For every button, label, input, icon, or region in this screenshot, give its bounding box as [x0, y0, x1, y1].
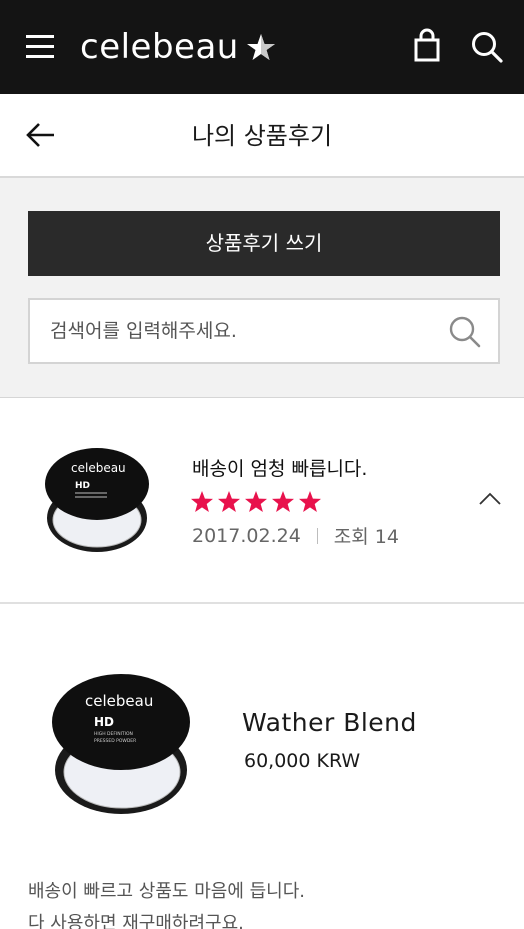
star-rating — [190, 490, 322, 514]
thumb-hd-text: HD — [75, 481, 90, 491]
page-title: 나의 상품후기 — [191, 122, 333, 150]
review-search-input[interactable] — [50, 300, 440, 362]
product-image-brand: celebeau — [85, 692, 153, 710]
star-logo-icon — [246, 34, 275, 60]
product-image[interactable]: celebeau HD HIGH DEFINITION PRESSED POWD… — [50, 672, 192, 818]
review-title: 배송이 엄청 빠릅니다. — [192, 458, 368, 480]
meta-divider — [316, 527, 318, 544]
review-date: 2017.02.24 — [192, 524, 301, 547]
review-body-line-2: 다 사용하면 재구매하려구요. — [28, 913, 244, 929]
thumb-brand-text: celebeau — [71, 461, 126, 475]
star-filled-icon — [245, 491, 267, 512]
search-icon — [472, 32, 503, 63]
brand-logo[interactable]: celebeau — [80, 24, 277, 70]
header-search-button[interactable] — [470, 30, 504, 64]
star-filled-icon — [218, 491, 240, 512]
review-body: 배송이 빠르고 상품도 마음에 듭니다. 다 사용하면 재구매하려구요. — [28, 876, 305, 929]
cart-button[interactable] — [412, 28, 442, 64]
product-image-hd: HD — [94, 715, 114, 729]
product-image-sublabel-2: PRESSED POWDER — [94, 738, 136, 744]
logo-text: celebeau — [80, 27, 239, 67]
star-filled-icon — [299, 491, 321, 512]
review-views: 조회 14 — [333, 526, 399, 548]
shopping-bag-icon — [414, 28, 440, 62]
product-image-sublabel-1: HIGH DEFINITION — [94, 731, 133, 737]
compact-powder-thumbnail: celebeau HD — [45, 448, 149, 552]
page-titlebar: 나의 상품후기 — [0, 94, 524, 178]
star-filled-icon — [272, 491, 294, 512]
review-search-box — [28, 298, 500, 364]
review-detail: celebeau HD HIGH DEFINITION PRESSED POWD… — [0, 604, 524, 929]
review-meta: 2017.02.24 조회 14 — [192, 522, 399, 549]
search-icon[interactable] — [448, 315, 482, 349]
top-header: celebeau — [0, 0, 524, 94]
review-body-line-1: 배송이 빠르고 상품도 마음에 듭니다. — [28, 881, 306, 902]
star-filled-icon — [191, 491, 213, 512]
review-actions: 상품후기 쓰기 — [0, 178, 524, 398]
review-list-item[interactable]: celebeau HD 배송이 엄청 빠릅니다. 2017.02.24 조회 1… — [0, 398, 524, 604]
menu-button[interactable] — [24, 32, 58, 62]
write-review-button[interactable]: 상품후기 쓰기 — [28, 211, 500, 276]
chevron-up-icon[interactable] — [478, 492, 502, 506]
product-name[interactable]: Wather Blend — [242, 708, 417, 737]
product-price: 60,000 KRW — [244, 750, 361, 772]
menu-icon — [26, 35, 54, 58]
